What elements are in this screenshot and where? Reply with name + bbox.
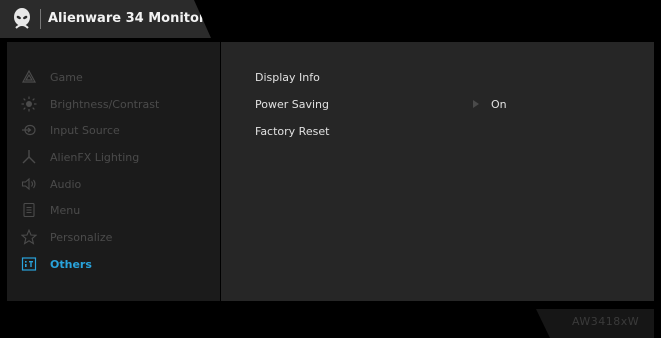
menu-icon [21, 202, 37, 218]
sidebar-item-personalize[interactable]: Personalize [21, 226, 216, 248]
sidebar-item-label: Input Source [50, 123, 120, 137]
sidebar: Game Brightness/Contrast Input Source Al… [7, 42, 220, 301]
sidebar-item-label: Personalize [50, 230, 113, 244]
model-name: AW3418xW [572, 315, 640, 328]
power-saving-item[interactable]: Power Saving On [255, 94, 635, 114]
game-icon [21, 69, 37, 85]
alienfx-icon [21, 149, 37, 165]
input-source-icon [21, 122, 37, 138]
star-icon [21, 229, 37, 245]
arrow-right-icon [473, 100, 479, 108]
sidebar-item-game[interactable]: Game [21, 66, 216, 88]
sidebar-item-audio[interactable]: Audio [21, 173, 216, 195]
sidebar-item-label: Game [50, 70, 83, 84]
display-info-item[interactable]: Display Info [255, 67, 635, 87]
content-panel: Display Info Power Saving On Factory Res… [221, 42, 654, 301]
sidebar-item-label: Brightness/Contrast [50, 97, 160, 111]
sidebar-item-label: Others [50, 257, 92, 271]
sidebar-item-input-source[interactable]: Input Source [21, 119, 216, 141]
sidebar-item-alienfx-lighting[interactable]: AlienFX Lighting [21, 146, 216, 168]
factory-reset-item[interactable]: Factory Reset [255, 121, 635, 141]
sidebar-item-menu[interactable]: Menu [21, 199, 216, 221]
page-title: Alienware 34 Monitor [48, 11, 206, 26]
power-saving-label: Power Saving [255, 97, 329, 111]
others-icon [21, 256, 37, 272]
sidebar-item-label: AlienFX Lighting [50, 150, 140, 164]
brightness-icon [21, 96, 37, 112]
title-tab: Alienware 34 Monitor [0, 0, 211, 38]
power-saving-value: On [491, 97, 507, 111]
display-info-label: Display Info [255, 70, 320, 84]
audio-icon [21, 176, 37, 192]
sidebar-item-others[interactable]: Others [21, 253, 216, 275]
sidebar-item-label: Menu [50, 203, 81, 217]
sidebar-item-label: Audio [50, 177, 82, 191]
sidebar-item-brightness-contrast[interactable]: Brightness/Contrast [21, 93, 216, 115]
factory-reset-label: Factory Reset [255, 124, 330, 138]
alienware-logo-icon [14, 8, 30, 29]
title-divider [40, 9, 41, 29]
